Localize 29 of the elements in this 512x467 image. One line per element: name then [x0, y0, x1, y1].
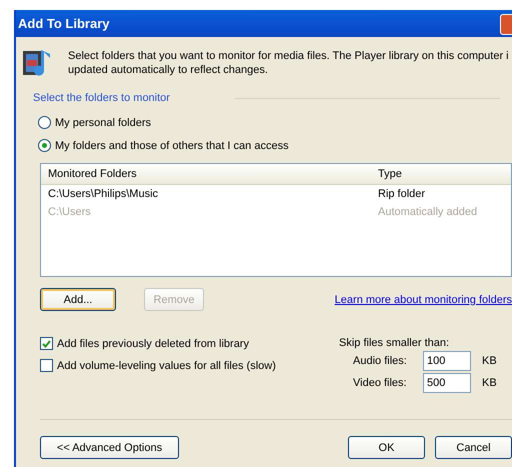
unit-label: KB	[482, 377, 497, 389]
radio-button[interactable]	[38, 139, 51, 152]
column-header[interactable]: Type	[371, 168, 402, 180]
table-cell-text: C:\Users	[47, 206, 92, 218]
radio-label[interactable]: My folders and those of others that I can access	[55, 140, 289, 152]
table-cell-text: C:\Users\Philips\Music	[47, 188, 160, 200]
checkbox-label[interactable]: Add files previously deleted from library	[57, 338, 249, 350]
field-label: Video files:	[353, 377, 408, 389]
help-link[interactable]: Learn more about monitoring folders	[334, 294, 512, 306]
table-cell-text: Rip folder	[377, 188, 426, 200]
field-label: Audio files:	[353, 355, 408, 367]
checkbox[interactable]	[40, 359, 53, 372]
window-title: Add To Library	[17, 16, 110, 31]
radio-button[interactable]	[38, 116, 51, 129]
dialog-button[interactable]: OK	[348, 436, 425, 459]
table-cell-text: Automatically added	[377, 206, 478, 218]
unit-label: KB	[482, 355, 497, 367]
checkbox-label[interactable]: Add volume-leveling values for all files (slow)	[57, 360, 276, 372]
dialog-button[interactable]: Cancel	[435, 436, 512, 459]
section-title: Select the folders to monitor	[33, 92, 170, 104]
list-button[interactable]: Add...	[40, 288, 116, 311]
skip-label: Skip files smaller than:	[339, 337, 450, 349]
checkbox[interactable]	[40, 337, 53, 350]
description-text: Select folders that you want to monitor for media files. The Player library on this computer i updated automatically to reflect changes.	[68, 49, 510, 77]
size-input-field[interactable]: 100	[423, 351, 471, 371]
advanced-options-button[interactable]: << Advanced Options	[40, 436, 179, 459]
size-input-field[interactable]: 500	[423, 373, 471, 393]
radio-label[interactable]: My personal folders	[55, 116, 151, 128]
column-header[interactable]: Monitored Folders	[41, 168, 371, 180]
